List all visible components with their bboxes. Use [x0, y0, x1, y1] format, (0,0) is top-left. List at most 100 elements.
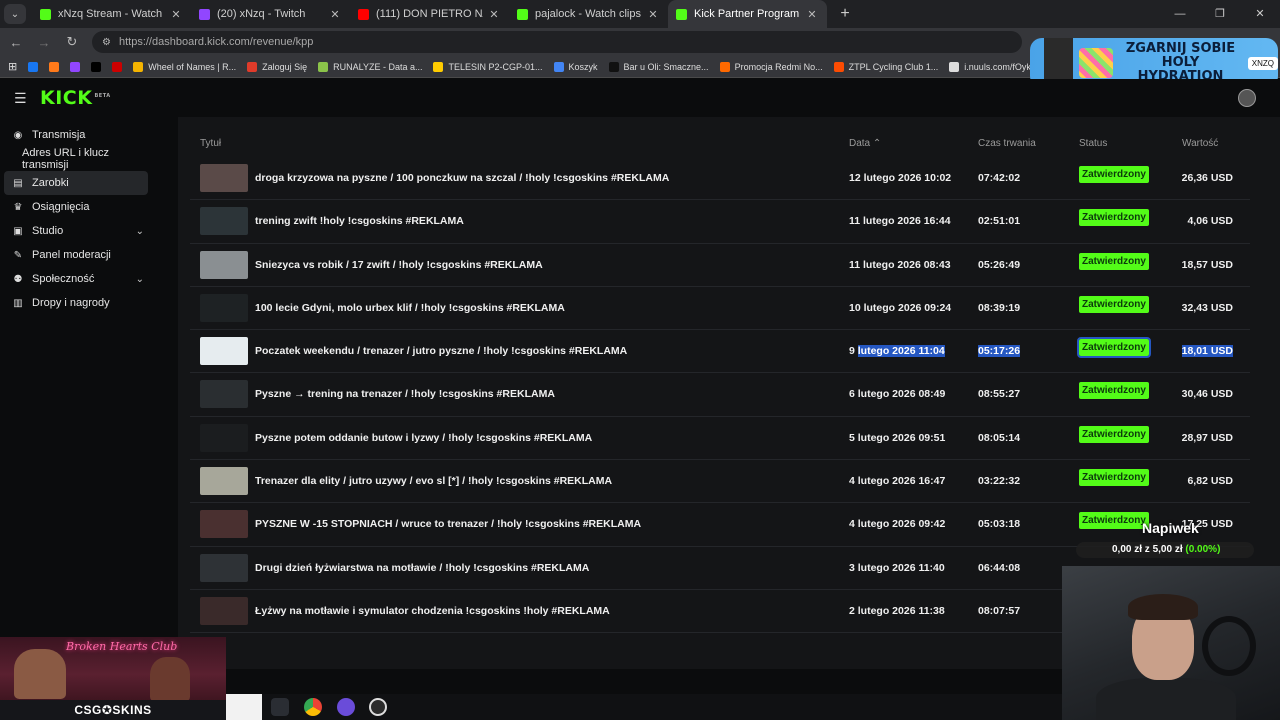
- table-row[interactable]: trening zwift !holy !csgoskins #REKLAMA 1…: [190, 200, 1250, 244]
- sidebar-item[interactable]: ♛ Osiągnięcia: [4, 195, 148, 219]
- bookmark[interactable]: [112, 61, 127, 72]
- minimize-icon[interactable]: —: [1160, 0, 1200, 28]
- video-value: 26,36 USD: [1181, 172, 1233, 184]
- sidebar-item[interactable]: Adres URL i klucz transmisji: [4, 147, 148, 171]
- bookmark[interactable]: RUNALYZE - Data a...: [318, 61, 422, 72]
- browser-tab[interactable]: Kick Partner Program - Kick Da ✕: [668, 0, 827, 28]
- video-title[interactable]: Poczatek weekendu / trenazer / jutro pys…: [255, 345, 627, 357]
- bookmark[interactable]: [49, 61, 64, 72]
- back-icon[interactable]: ←: [4, 35, 28, 50]
- bookmark[interactable]: ZTPL Cycling Club 1...: [833, 61, 938, 72]
- video-title[interactable]: Sniezyca vs robik / 17 zwift / !holy !cs…: [255, 259, 543, 271]
- menu-icon[interactable]: ☰: [14, 90, 34, 107]
- col-value-header[interactable]: Wartość: [1182, 138, 1218, 149]
- browser-tab[interactable]: pajalock - Watch clips on Kick ✕: [509, 0, 668, 28]
- terminal-icon[interactable]: [271, 698, 289, 716]
- bookmark[interactable]: Koszyk: [553, 61, 598, 72]
- video-title[interactable]: droga krzyzowa na pyszne / 100 ponczkuw …: [255, 172, 669, 184]
- video-title[interactable]: PYSZNE W -15 STOPNIACH / wruce to trenaz…: [255, 518, 641, 530]
- table-row[interactable]: Pyszne potem oddanie butow i lyzwy / !ho…: [190, 417, 1250, 461]
- bookmark-favicon-icon: [247, 61, 258, 72]
- video-title[interactable]: trening zwift !holy !csgoskins #REKLAMA: [255, 215, 464, 227]
- avatar[interactable]: [1238, 89, 1256, 107]
- sidebar-item[interactable]: ▤ Zarobki: [4, 171, 148, 195]
- apps-icon[interactable]: ⊞: [8, 60, 17, 73]
- tab-close-icon[interactable]: ✕: [805, 8, 819, 21]
- bookmark[interactable]: Wheel of Names | R...: [133, 61, 236, 72]
- video-title[interactable]: Pyszne potem oddanie butow i lyzwy / !ho…: [255, 432, 592, 444]
- video-thumbnail[interactable]: [200, 207, 248, 236]
- table-row[interactable]: Sniezyca vs robik / 17 zwift / !holy !cs…: [190, 244, 1250, 287]
- bookmark-favicon-icon: [433, 61, 444, 72]
- video-thumbnail[interactable]: [200, 164, 248, 192]
- status-badge: Zatwierdzony: [1079, 469, 1149, 487]
- video-thumbnail[interactable]: [200, 510, 248, 539]
- browser-tab[interactable]: xNzq Stream - Watch Live on K ✕: [32, 0, 191, 28]
- tab-close-icon[interactable]: ✕: [169, 8, 183, 21]
- tab-close-icon[interactable]: ✕: [646, 8, 660, 21]
- video-title[interactable]: Pyszne → trening na trenazer / !holy !cs…: [255, 388, 555, 400]
- bookmark-favicon-icon: [608, 61, 619, 72]
- bookmark[interactable]: Bar u Oli: Smaczne...: [608, 61, 709, 72]
- video-thumbnail[interactable]: [200, 553, 248, 582]
- tab-close-icon[interactable]: ✕: [328, 8, 342, 21]
- tab-search-icon[interactable]: ⌄: [4, 4, 26, 24]
- table-row[interactable]: 100 lecie Gdyni, molo urbex klif / !holy…: [190, 287, 1250, 331]
- video-title[interactable]: Trenazer dla elity / jutro uzywy / evo s…: [255, 475, 612, 487]
- forward-icon[interactable]: →: [32, 35, 56, 50]
- obs-icon[interactable]: [369, 698, 387, 716]
- video-thumbnail[interactable]: [200, 250, 248, 279]
- chrome-icon[interactable]: [304, 698, 322, 716]
- video-date: 11 lutego 2026 16:44: [849, 215, 951, 228]
- browser-tab-bar: ⌄ xNzq Stream - Watch Live on K✕(20) xNz…: [0, 0, 1280, 28]
- close-window-icon[interactable]: ✕: [1240, 0, 1280, 28]
- bookmark[interactable]: Zaloguj Się: [247, 61, 307, 72]
- bookmark[interactable]: Promocja Redmi No...: [719, 61, 823, 72]
- col-status-header[interactable]: Status: [1079, 138, 1107, 149]
- col-title-header[interactable]: Tytuł: [200, 138, 221, 149]
- video-duration: 03:22:32: [978, 475, 1021, 488]
- earnings-icon: ▤: [13, 177, 23, 189]
- video-thumbnail[interactable]: [200, 337, 248, 366]
- video-duration: 05:17:26: [978, 345, 1021, 358]
- video-thumbnail[interactable]: [200, 596, 248, 625]
- sidebar-item[interactable]: ▣ Studio ⌄: [4, 219, 148, 243]
- kick-logo[interactable]: KICK BETA: [40, 87, 111, 109]
- video-thumbnail[interactable]: [200, 467, 248, 496]
- video-thumbnail[interactable]: [200, 423, 248, 452]
- sidebar-item-label: Studio: [32, 225, 64, 237]
- url-input[interactable]: ⚙ https://dashboard.kick.com/revenue/kpp: [92, 31, 1022, 53]
- sidebar-item[interactable]: ⚉ Społeczność ⌄: [4, 267, 148, 291]
- table-row[interactable]: Trenazer dla elity / jutro uzywy / evo s…: [190, 460, 1250, 504]
- chevron-down-icon[interactable]: ⌄: [136, 226, 144, 237]
- video-value: 6,82 USD: [1187, 475, 1233, 488]
- bookmark[interactable]: TELESIN P2-CGP-01...: [433, 61, 543, 72]
- bookmark-favicon-icon: [719, 61, 730, 72]
- video-title[interactable]: 100 lecie Gdyni, molo urbex klif / !holy…: [255, 302, 565, 314]
- table-row[interactable]: Poczatek weekendu / trenazer / jutro pys…: [190, 330, 1250, 374]
- table-row[interactable]: droga krzyzowa na pyszne / 100 ponczkuw …: [190, 157, 1250, 201]
- chevron-down-icon[interactable]: ⌄: [136, 274, 144, 285]
- video-thumbnail[interactable]: [200, 293, 248, 322]
- sidebar-item[interactable]: ✎ Panel moderacji: [4, 243, 148, 267]
- video-title[interactable]: Drugi dzień łyżwiarstwa na motławie / !h…: [255, 562, 589, 574]
- video-thumbnail[interactable]: [200, 380, 248, 409]
- bookmark[interactable]: [70, 61, 85, 72]
- video-title[interactable]: Łyżwy na motławie i symulator chodzenia …: [255, 605, 610, 617]
- sidebar-item[interactable]: ◉ Transmisja: [4, 123, 148, 147]
- bookmark-favicon-icon: [70, 61, 81, 72]
- maximize-icon[interactable]: ❐: [1200, 0, 1240, 28]
- col-duration-header[interactable]: Czas trwania: [978, 138, 1036, 149]
- bookmark[interactable]: [28, 61, 43, 72]
- sidebar-item[interactable]: ▥ Dropy i nagrody: [4, 291, 148, 315]
- table-row[interactable]: Pyszne → trening na trenazer / !holy !cs…: [190, 373, 1250, 417]
- reload-icon[interactable]: ↻: [60, 34, 84, 50]
- site-info-icon[interactable]: ⚙: [102, 37, 111, 48]
- browser-tab[interactable]: (111) DON PIETRO NAUCZA FU ✕: [350, 0, 509, 28]
- app-icon[interactable]: [337, 698, 355, 716]
- bookmark[interactable]: [91, 61, 106, 72]
- browser-tab[interactable]: (20) xNzq - Twitch ✕: [191, 0, 350, 28]
- tab-close-icon[interactable]: ✕: [487, 8, 501, 21]
- col-date-header[interactable]: Data ⌃: [849, 138, 881, 149]
- new-tab-button[interactable]: +: [833, 5, 857, 23]
